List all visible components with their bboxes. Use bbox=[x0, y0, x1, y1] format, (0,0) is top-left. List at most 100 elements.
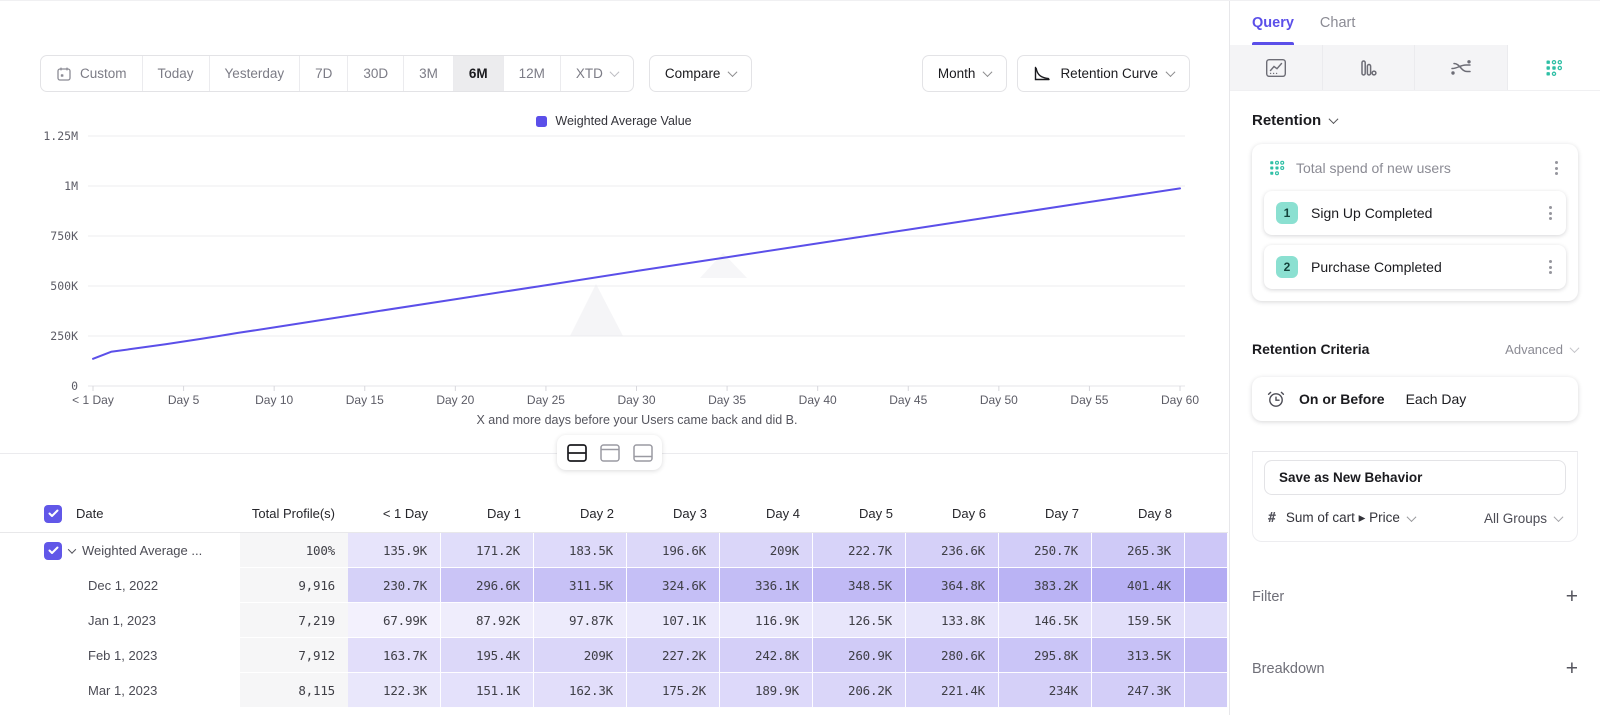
layout-split-button[interactable] bbox=[561, 439, 592, 466]
advanced-dropdown[interactable]: Advanced bbox=[1505, 342, 1578, 357]
retention-value-cell[interactable]: 348.5K bbox=[813, 568, 906, 603]
retention-value-cell[interactable]: 280.6K bbox=[906, 638, 999, 673]
header-date[interactable]: Date bbox=[0, 495, 240, 532]
retention-value-cell-clipped[interactable] bbox=[1185, 638, 1228, 673]
svg-text:X and more days before your Us: X and more days before your Users came b… bbox=[477, 413, 798, 427]
retention-value-cell[interactable]: 159.5K bbox=[1092, 603, 1185, 638]
retention-value-cell[interactable]: 222.7K bbox=[813, 533, 906, 568]
header-day-8: Day 8 bbox=[1092, 495, 1185, 532]
retention-value-cell[interactable]: 230.7K bbox=[348, 568, 441, 603]
retention-value-cell[interactable]: 313.5K bbox=[1092, 638, 1185, 673]
retention-value-cell[interactable]: 209K bbox=[720, 533, 813, 568]
retention-value-cell[interactable]: 196.6K bbox=[627, 533, 720, 568]
measurement-property-dropdown[interactable]: Sum of cart ▸ Price bbox=[1286, 510, 1415, 526]
retention-value-cell[interactable]: 236.6K bbox=[906, 533, 999, 568]
tab-retention[interactable] bbox=[1508, 45, 1600, 90]
svg-text:Day 25: Day 25 bbox=[527, 393, 565, 407]
retention-value-cell[interactable]: 324.6K bbox=[627, 568, 720, 603]
tab-chart[interactable]: Chart bbox=[1320, 1, 1355, 45]
retention-value-cell[interactable]: 67.99K bbox=[348, 603, 441, 638]
retention-value-cell[interactable]: 163.7K bbox=[348, 638, 441, 673]
event-step-1[interactable]: 1 Sign Up Completed bbox=[1264, 191, 1566, 235]
query-type-selector[interactable]: Retention bbox=[1252, 112, 1578, 129]
retention-table: DateTotal Profile(s)< 1 DayDay 1Day 2Day… bbox=[0, 495, 1228, 708]
tab-flows[interactable] bbox=[1415, 45, 1508, 90]
retention-value-cell[interactable]: 97.87K bbox=[534, 603, 627, 638]
retention-value-cell[interactable]: 295.8K bbox=[999, 638, 1092, 673]
breakdown-label: Breakdown bbox=[1252, 661, 1325, 677]
checkbox-checked[interactable] bbox=[44, 505, 62, 523]
row-label: Weighted Average ... bbox=[82, 543, 202, 558]
save-behavior-button[interactable]: Save as New Behavior bbox=[1264, 460, 1566, 495]
svg-text:Day 35: Day 35 bbox=[708, 393, 746, 407]
retention-value-cell[interactable]: 133.8K bbox=[906, 603, 999, 638]
row-cohort-date[interactable]: Jan 1, 2023 bbox=[0, 603, 240, 638]
retention-value-cell[interactable]: 122.3K bbox=[348, 673, 441, 708]
behavior-header[interactable]: Total spend of new users bbox=[1264, 157, 1566, 181]
retention-value-cell[interactable]: 234K bbox=[999, 673, 1092, 708]
retention-value-cell[interactable]: 247.3K bbox=[1092, 673, 1185, 708]
group-dropdown[interactable]: All Groups bbox=[1484, 511, 1562, 526]
tab-insights[interactable] bbox=[1230, 45, 1323, 90]
retention-value-cell[interactable]: 151.1K bbox=[441, 673, 534, 708]
tab-query[interactable]: Query bbox=[1252, 1, 1294, 45]
row-cohort-date[interactable]: Dec 1, 2022 bbox=[0, 568, 240, 603]
retention-value-cell[interactable]: 175.2K bbox=[627, 673, 720, 708]
retention-value-cell[interactable]: 221.4K bbox=[906, 673, 999, 708]
retention-value-cell[interactable]: 87.92K bbox=[441, 603, 534, 638]
retention-value-cell-clipped[interactable] bbox=[1185, 568, 1228, 603]
retention-value-cell[interactable]: 206.2K bbox=[813, 673, 906, 708]
retention-value-cell[interactable]: 107.1K bbox=[627, 603, 720, 638]
row-cohort-date[interactable]: Feb 1, 2023 bbox=[0, 638, 240, 673]
retention-value-cell[interactable]: 209K bbox=[534, 638, 627, 673]
criteria-window[interactable]: Each Day bbox=[1406, 391, 1467, 407]
retention-value-cell[interactable]: 242.8K bbox=[720, 638, 813, 673]
criteria-condition[interactable]: On or Before bbox=[1299, 391, 1385, 407]
retention-value-cell-clipped[interactable] bbox=[1185, 533, 1228, 568]
checkbox-checked[interactable] bbox=[44, 542, 62, 560]
retention-chart-svg[interactable]: 1.25M1M750K500K250K0< 1 DayDay 5Day 10Da… bbox=[0, 1, 1228, 456]
retention-value-cell[interactable]: 401.4K bbox=[1092, 568, 1185, 603]
svg-text:1M: 1M bbox=[64, 179, 78, 193]
row-label: Feb 1, 2023 bbox=[88, 648, 157, 663]
tab-funnels[interactable] bbox=[1323, 45, 1416, 90]
add-breakdown-button[interactable]: + bbox=[1566, 658, 1578, 679]
chevron-down-icon[interactable] bbox=[68, 545, 76, 553]
retention-value-cell[interactable]: 189.9K bbox=[720, 673, 813, 708]
retention-value-cell[interactable]: 195.4K bbox=[441, 638, 534, 673]
kebab-menu-icon[interactable] bbox=[1549, 157, 1564, 179]
retention-value-cell[interactable]: 116.9K bbox=[720, 603, 813, 638]
retention-value-cell[interactable]: 260.9K bbox=[813, 638, 906, 673]
retention-value-cell[interactable]: 311.5K bbox=[534, 568, 627, 603]
retention-value-cell-clipped[interactable] bbox=[1185, 673, 1228, 708]
table-header-row: DateTotal Profile(s)< 1 DayDay 1Day 2Day… bbox=[0, 495, 1228, 533]
kebab-menu-icon[interactable] bbox=[1543, 256, 1558, 278]
retention-value-cell[interactable]: 383.2K bbox=[999, 568, 1092, 603]
layout-chart-only-button[interactable] bbox=[594, 439, 625, 466]
retention-value-cell[interactable]: 171.2K bbox=[441, 533, 534, 568]
row-cohort-date[interactable]: Mar 1, 2023 bbox=[0, 673, 240, 708]
retention-value-cell[interactable]: 265.3K bbox=[1092, 533, 1185, 568]
group-label: All Groups bbox=[1484, 511, 1547, 526]
row-weighted-average[interactable]: Weighted Average ... bbox=[0, 533, 240, 568]
retention-value-cell[interactable]: 250.7K bbox=[999, 533, 1092, 568]
retention-value-cell[interactable]: 364.8K bbox=[906, 568, 999, 603]
event-step-2[interactable]: 2 Purchase Completed bbox=[1264, 245, 1566, 289]
retention-value-cell-clipped[interactable] bbox=[1185, 603, 1228, 638]
retention-value-cell[interactable]: 336.1K bbox=[720, 568, 813, 603]
retention-value-cell[interactable]: 162.3K bbox=[534, 673, 627, 708]
header-day-3: Day 3 bbox=[627, 495, 720, 532]
retention-value-cell[interactable]: 146.5K bbox=[999, 603, 1092, 638]
retention-value-cell[interactable]: 135.9K bbox=[348, 533, 441, 568]
retention-value-cell[interactable]: 227.2K bbox=[627, 638, 720, 673]
svg-text:Day 45: Day 45 bbox=[889, 393, 927, 407]
kebab-menu-icon[interactable] bbox=[1543, 202, 1558, 224]
add-filter-button[interactable]: + bbox=[1566, 586, 1578, 607]
layout-table-only-button[interactable] bbox=[627, 439, 658, 466]
insights-icon bbox=[1265, 58, 1287, 78]
criteria-card[interactable]: On or Before Each Day bbox=[1252, 377, 1578, 421]
retention-value-cell[interactable]: 183.5K bbox=[534, 533, 627, 568]
retention-value-cell[interactable]: 126.5K bbox=[813, 603, 906, 638]
retention-value-cell[interactable]: 296.6K bbox=[441, 568, 534, 603]
svg-text:Day 10: Day 10 bbox=[255, 393, 293, 407]
